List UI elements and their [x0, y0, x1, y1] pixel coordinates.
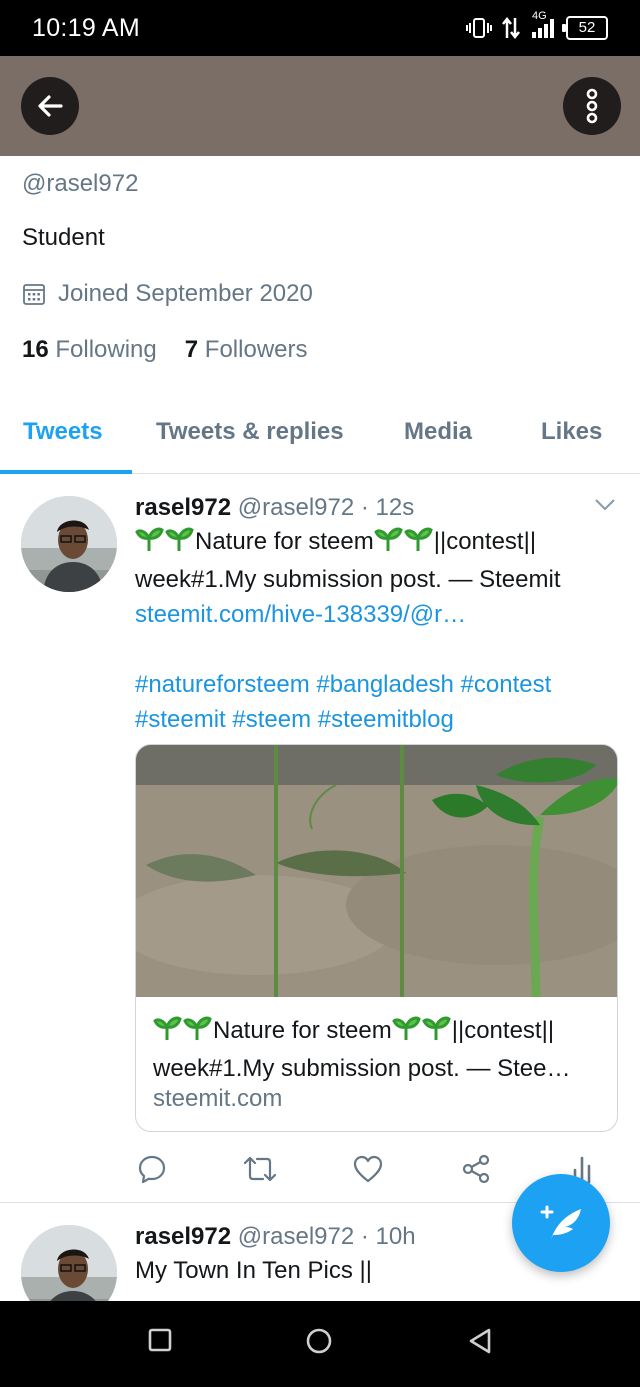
following-link[interactable]: 16 Following: [22, 336, 157, 364]
home-icon[interactable]: [306, 1328, 332, 1354]
back-nav-icon[interactable]: [468, 1328, 492, 1354]
battery-icon: 52: [562, 16, 608, 40]
avatar-photo: [21, 496, 117, 592]
tweet-author-name[interactable]: rasel972: [135, 1223, 231, 1250]
tab-media[interactable]: Media: [404, 418, 472, 446]
followers-link[interactable]: 7 Followers: [185, 336, 308, 364]
recents-icon[interactable]: [148, 1328, 172, 1352]
arrow-left-icon: [38, 95, 63, 117]
tweet-header: rasel972 @rasel972 · 12s: [135, 494, 414, 522]
system-nav-bar: [0, 1301, 640, 1387]
profile-tabs: Tweets Tweets & replies Media Likes: [0, 400, 640, 474]
calendar-icon: [23, 284, 45, 305]
card-title: Nature for steem ||contest|| week#1.My su…: [153, 1013, 608, 1086]
chevron-down-icon[interactable]: [594, 498, 616, 512]
compose-tweet-icon: [540, 1205, 581, 1239]
reply-icon[interactable]: [137, 1154, 167, 1184]
signal-4g-icon: 4G: [530, 10, 556, 40]
followers-label: Followers: [204, 336, 308, 363]
like-icon[interactable]: [353, 1154, 383, 1184]
avatar[interactable]: [21, 496, 117, 592]
tab-tweets-replies[interactable]: Tweets & replies: [156, 418, 344, 446]
avatar-photo: [21, 1225, 117, 1301]
card-title-line2: week#1.My submission post. — Stee…: [153, 1055, 571, 1082]
card-title-part2: ||contest||: [451, 1017, 555, 1044]
seedling-emoji-icon: [153, 1013, 213, 1051]
seedling-emoji-icon: [373, 524, 434, 562]
profile-handle: @rasel972: [22, 170, 139, 197]
profile-bio: Student: [22, 224, 105, 251]
tweet[interactable]: rasel972 @rasel972 · 12s Nature for stee…: [0, 474, 640, 1202]
share-icon[interactable]: [461, 1154, 491, 1184]
tweet-hashtags-line1[interactable]: #natureforsteem #bangladesh #contest: [135, 671, 551, 698]
tweet-meta: @rasel972 · 10h: [237, 1223, 416, 1250]
retweet-icon[interactable]: [243, 1154, 277, 1184]
more-options-button[interactable]: [563, 77, 621, 135]
tweet-title-part1: Nature for steem: [195, 528, 374, 555]
card-domain: steemit.com: [153, 1085, 283, 1112]
tweet-hashtags-line2[interactable]: #steemit #steem #steemitblog: [135, 706, 454, 733]
joined-text: Joined September 2020: [58, 280, 313, 307]
seedling-emoji-icon: [135, 524, 195, 562]
follow-stats: 16 Following 7 Followers: [22, 336, 308, 364]
tab-likes[interactable]: Likes: [541, 418, 602, 446]
tweet-text-line1: My Town In Ten Pics ||: [135, 1257, 373, 1284]
link-preview-card[interactable]: Nature for steem ||contest|| week#1.My su…: [135, 744, 618, 1132]
network-type: 4G: [532, 10, 547, 22]
card-title-part1: Nature for steem: [213, 1017, 392, 1044]
profile-banner: [0, 56, 640, 156]
joined-date: Joined September 2020: [22, 280, 313, 308]
avatar[interactable]: [21, 1225, 117, 1301]
status-bar: 10:19 AM 4G 52: [0, 0, 640, 56]
tweet-header: rasel972 @rasel972 · 10h: [135, 1223, 416, 1251]
seedling-emoji-icon: [391, 1013, 452, 1051]
card-image: [136, 745, 617, 997]
tweet-meta: @rasel972 · 12s: [237, 494, 415, 521]
data-transfer-icon: [502, 16, 520, 40]
back-button[interactable]: [21, 77, 79, 135]
compose-tweet-button[interactable]: [512, 1174, 610, 1272]
status-icons: 4G 52: [466, 10, 608, 42]
tweet-link[interactable]: steemit.com/hive-138339/@r…: [135, 601, 466, 628]
following-count: 16: [22, 336, 49, 363]
vibrate-icon: [466, 16, 492, 40]
tab-tweets[interactable]: Tweets: [23, 418, 103, 446]
following-label: Following: [55, 336, 157, 363]
more-vertical-icon: [586, 88, 598, 124]
tweet-author-name[interactable]: rasel972: [135, 494, 231, 521]
tweet-text: Nature for steem ||contest|| week#1.My su…: [135, 524, 615, 737]
status-time: 10:19 AM: [32, 14, 141, 42]
followers-count: 7: [184, 336, 199, 363]
